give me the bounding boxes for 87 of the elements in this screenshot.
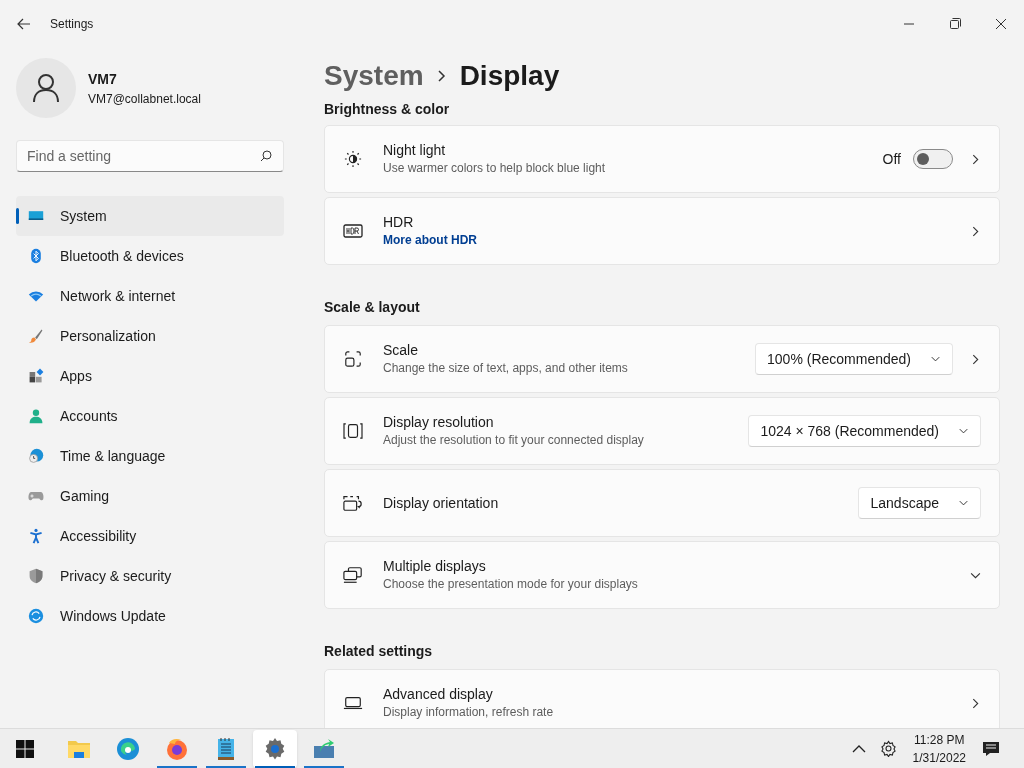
scale-icon: [343, 350, 363, 368]
window-title: Settings: [50, 16, 94, 33]
nav-item[interactable]: System: [16, 196, 284, 236]
search-field[interactable]: Find a setting: [16, 140, 284, 172]
start-icon: [16, 739, 34, 758]
learn-more-link[interactable]: More about HDR: [383, 231, 477, 249]
nav-item[interactable]: Personalization: [16, 316, 284, 356]
sun-moon-icon: [343, 150, 363, 168]
person-icon: [32, 73, 60, 103]
accessibility-icon: [28, 528, 44, 544]
page-title: Display: [459, 59, 560, 93]
monitor-arrow-icon: [311, 736, 336, 761]
setting-description: Use warmer colors to help block blue light: [383, 160, 606, 177]
rotate-screen-icon: [343, 494, 363, 512]
setting-description: Choose the presentation mode for your displays: [383, 576, 638, 593]
section-heading: Brightness & color: [324, 99, 451, 119]
section-heading: Scale & layout: [324, 297, 421, 317]
search-icon[interactable]: [260, 150, 272, 162]
settings-card[interactable]: HDR More about HDR: [324, 197, 1000, 265]
setting-title: HDR: [383, 213, 415, 231]
selection-indicator: [16, 208, 19, 224]
chevron-right-icon[interactable]: [971, 225, 979, 237]
setting-title: Display resolution: [383, 413, 495, 431]
chevron-right-icon[interactable]: [971, 353, 979, 365]
globe-clock-icon: [28, 448, 44, 464]
apps-icon: [28, 368, 44, 384]
chevron-right-icon[interactable]: [971, 697, 979, 709]
paintbrush-icon: [28, 328, 44, 344]
setting-description: Adjust the resolution to fit your connected display: [383, 432, 644, 449]
notification-icon[interactable]: [982, 740, 1000, 757]
chevron-up-icon[interactable]: [851, 743, 866, 754]
clock-time[interactable]: 11:28 PM: [914, 730, 965, 749]
nav-item[interactable]: Gaming: [16, 476, 284, 516]
settings-card[interactable]: Advanced display Display information, refresh rate: [324, 669, 1000, 728]
chevron-down-icon: [959, 500, 968, 506]
chevron-down-icon: [959, 428, 968, 434]
running-indicator: [254, 765, 295, 768]
settings-card[interactable]: Night light Use warmer colors to help block blue light Off: [324, 125, 1000, 193]
setting-title: Display orientation: [383, 494, 499, 512]
resolution-icon: [343, 422, 363, 440]
running-indicator: [303, 765, 344, 768]
bluetooth-icon: [28, 248, 44, 264]
shield-icon: [28, 568, 44, 584]
running-indicator: [205, 765, 246, 768]
running-indicator: [156, 765, 197, 768]
setting-description: Change the size of text, apps, and other items: [383, 360, 628, 377]
breadcrumb-link[interactable]: System: [324, 55, 424, 97]
nav-item[interactable]: Privacy & security: [16, 556, 284, 596]
clock-date[interactable]: 1/31/2022: [912, 748, 966, 767]
user-name: VM7: [88, 69, 118, 89]
dropdown[interactable]: 1024 × 768 (Recommended): [748, 415, 981, 447]
fox-icon: [164, 736, 189, 761]
laptop-icon: [343, 694, 363, 712]
chevron-down-icon[interactable]: [969, 571, 981, 579]
settings-card[interactable]: Display orientation Landscape: [324, 469, 1000, 537]
nav-item[interactable]: Windows Update: [16, 596, 284, 636]
settings-card[interactable]: Scale Change the size of text, apps, and other items 100% (Recommended): [324, 325, 1000, 393]
setting-title: Scale: [383, 341, 420, 359]
setting-description: Display information, refresh rate: [383, 704, 554, 721]
nav-item[interactable]: Network & internet: [16, 276, 284, 316]
toggle-switch[interactable]: [913, 149, 953, 169]
hdr-icon: [343, 222, 363, 240]
back-icon[interactable]: [17, 17, 31, 31]
settings-card[interactable]: Multiple displays Choose the presentation mode for your displays: [324, 541, 1000, 609]
person-icon: [28, 408, 44, 424]
nav-item[interactable]: Accessibility: [16, 516, 284, 556]
setting-title: Multiple displays: [383, 557, 487, 575]
dropdown[interactable]: 100% (Recommended): [755, 343, 953, 375]
settings-card[interactable]: Display resolution Adjust the resolution to fit your connected display 1024 × 768 (Recommended): [324, 397, 1000, 465]
nav-item[interactable]: Time & language: [16, 436, 284, 476]
taskbar-app[interactable]: [252, 729, 297, 768]
setting-title: Advanced display: [383, 685, 494, 703]
browser-icon: [115, 736, 140, 761]
chevron-right-icon: [437, 70, 446, 82]
dropdown[interactable]: Landscape: [858, 487, 981, 519]
chevron-down-icon: [931, 356, 940, 362]
nav-item[interactable]: Accounts: [16, 396, 284, 436]
chevron-right-icon[interactable]: [971, 153, 979, 165]
nav-item[interactable]: Apps: [16, 356, 284, 396]
section-heading: Related settings: [324, 641, 434, 661]
nav-item[interactable]: Bluetooth & devices: [16, 236, 284, 276]
toggle-label: Off: [882, 149, 901, 169]
gear-icon[interactable]: [879, 740, 897, 757]
sync-icon: [28, 608, 44, 624]
user-email: VM7@collabnet.local: [88, 90, 201, 108]
monitors-icon: [343, 566, 363, 584]
setting-title: Night light: [383, 141, 447, 159]
